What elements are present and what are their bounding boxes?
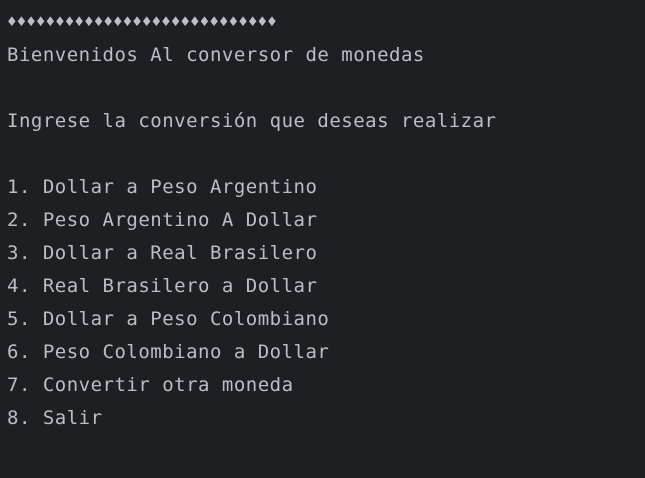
- menu-option-4: 4. Real Brasilero a Dollar: [7, 275, 318, 297]
- console-output: ♦♦♦♦♦♦♦♦♦♦♦♦♦♦♦♦♦♦♦♦♦♦♦♦♦♦♦♦ Bienvenidos…: [0, 0, 645, 478]
- conversion-prompt: Ingrese la conversión que deseas realiza…: [7, 110, 497, 132]
- menu-option-8: 8. Salir: [7, 407, 103, 429]
- menu-option-3: 3. Dollar a Real Brasilero: [7, 242, 318, 264]
- menu-option-5: 5. Dollar a Peso Colombiano: [7, 308, 330, 330]
- welcome-message: Bienvenidos Al conversor de monedas: [7, 44, 425, 66]
- menu-option-7: 7. Convertir otra moneda: [7, 374, 294, 396]
- decorative-diamond-row: ♦♦♦♦♦♦♦♦♦♦♦♦♦♦♦♦♦♦♦♦♦♦♦♦♦♦♦♦: [7, 12, 277, 31]
- menu-option-2: 2. Peso Argentino A Dollar: [7, 209, 318, 231]
- console-input-area[interactable]: [7, 440, 17, 462]
- menu-option-6: 6. Peso Colombiano a Dollar: [7, 341, 330, 363]
- options-menu: 1. Dollar a Peso Argentino 2. Peso Argen…: [0, 176, 645, 446]
- menu-option-1: 1. Dollar a Peso Argentino: [7, 176, 318, 198]
